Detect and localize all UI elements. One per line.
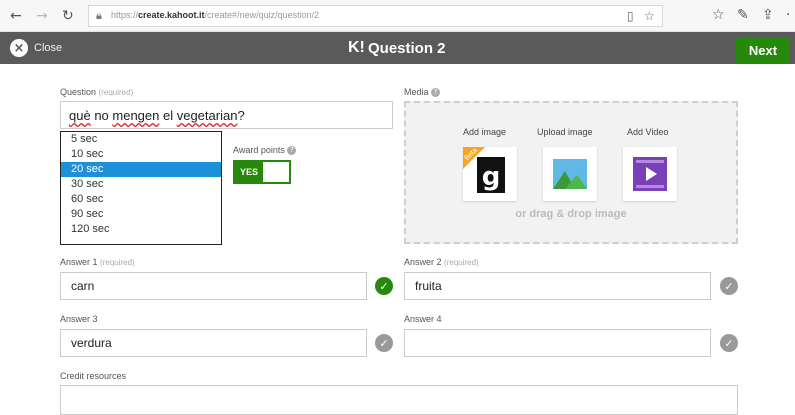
question-word: el	[159, 108, 177, 123]
app-header: × Close K! Question 2	[0, 32, 795, 64]
answer-1-label: Answer 1 (required)	[60, 257, 135, 267]
refresh-icon[interactable]: ↻	[62, 9, 74, 23]
add-video-label: Add Video	[627, 127, 669, 137]
next-button[interactable]: Next	[736, 37, 790, 63]
time-option[interactable]: 5 sec	[61, 132, 221, 147]
pen-icon[interactable]: ✎	[737, 7, 749, 23]
favorite-star-icon[interactable]: ☆	[644, 9, 655, 23]
question-word: no	[90, 108, 113, 123]
time-option[interactable]: 60 sec	[61, 192, 221, 207]
answer-3-input[interactable]: verdura	[60, 329, 367, 357]
media-dropzone[interactable]: Add image Upload image Add Video g Beta …	[404, 101, 738, 244]
kahoot-logo: K!	[348, 39, 365, 56]
time-option[interactable]: 120 sec	[61, 222, 221, 237]
share-icon[interactable]: ⇪	[762, 7, 774, 23]
question-word: mengen	[112, 108, 160, 123]
award-points-label: Award points ?	[233, 145, 297, 156]
check-icon[interactable]: ✓	[720, 277, 738, 295]
check-icon[interactable]: ✓	[720, 334, 738, 352]
toggle-on-label: YES	[235, 162, 263, 182]
question-label: Question (required)	[60, 87, 134, 97]
credit-resources-label: Credit resources	[60, 371, 127, 381]
question-word: ?	[237, 108, 245, 123]
answer-1-input[interactable]: carn	[60, 272, 367, 300]
close-icon: ×	[10, 39, 28, 57]
credit-resources-input[interactable]	[60, 385, 738, 415]
answer-4-input[interactable]	[404, 329, 711, 357]
time-option[interactable]: 10 sec	[61, 147, 221, 162]
page-title: Question 2	[368, 40, 446, 57]
question-input[interactable]: què no mengen el vegetarian?	[60, 101, 393, 129]
award-points-toggle[interactable]: YES	[233, 160, 291, 184]
answer-2-label: Answer 2 (required)	[404, 257, 479, 267]
close-label: Close	[34, 42, 63, 54]
forward-icon[interactable]: →	[36, 9, 48, 23]
answer-3-label: Answer 3	[60, 314, 98, 324]
svg-text:g: g	[482, 162, 501, 192]
time-option[interactable]: 30 sec	[61, 177, 221, 192]
check-icon[interactable]: ✓	[375, 334, 393, 352]
answer-2-input[interactable]: fruita	[404, 272, 711, 300]
add-video-button[interactable]	[623, 147, 677, 201]
more-icon[interactable]: ·	[786, 7, 790, 23]
time-limit-dropdown[interactable]: 5 sec 10 sec 20 sec 30 sec 60 sec 90 sec…	[60, 131, 222, 245]
time-option[interactable]: 90 sec	[61, 207, 221, 222]
close-button[interactable]: × Close	[10, 38, 62, 58]
question-word: vegetarian	[176, 108, 238, 123]
reading-view-icon[interactable]: ▯	[627, 9, 634, 23]
upload-image-button[interactable]	[543, 147, 597, 201]
add-image-button[interactable]: g Beta	[463, 147, 517, 201]
info-icon[interactable]: ?	[287, 146, 297, 156]
drag-drop-text: or drag & drop image	[515, 208, 627, 220]
add-image-label: Add image	[463, 127, 507, 137]
video-icon	[633, 157, 667, 191]
lock-icon: 🔒︎	[96, 9, 102, 22]
upload-image-label: Upload image	[537, 127, 593, 137]
back-icon[interactable]: ←	[10, 9, 22, 23]
landscape-image-icon	[553, 159, 587, 189]
info-icon[interactable]: ?	[431, 88, 441, 98]
favorites-hub-icon[interactable]: ☆	[712, 7, 725, 23]
question-word: què	[69, 108, 91, 123]
time-option-selected[interactable]: 20 sec	[61, 162, 221, 177]
url-text: https://create.kahoot.it/create#/new/qui…	[111, 10, 320, 20]
media-label: Media ?	[404, 87, 441, 98]
address-bar[interactable]: 🔒︎ https://create.kahoot.it/create#/new/…	[88, 5, 663, 27]
correct-check-icon[interactable]: ✓	[375, 277, 393, 295]
browser-toolbar: ← → ↻ 🔒︎ https://create.kahoot.it/create…	[0, 0, 795, 32]
answer-4-label: Answer 4	[404, 314, 442, 324]
